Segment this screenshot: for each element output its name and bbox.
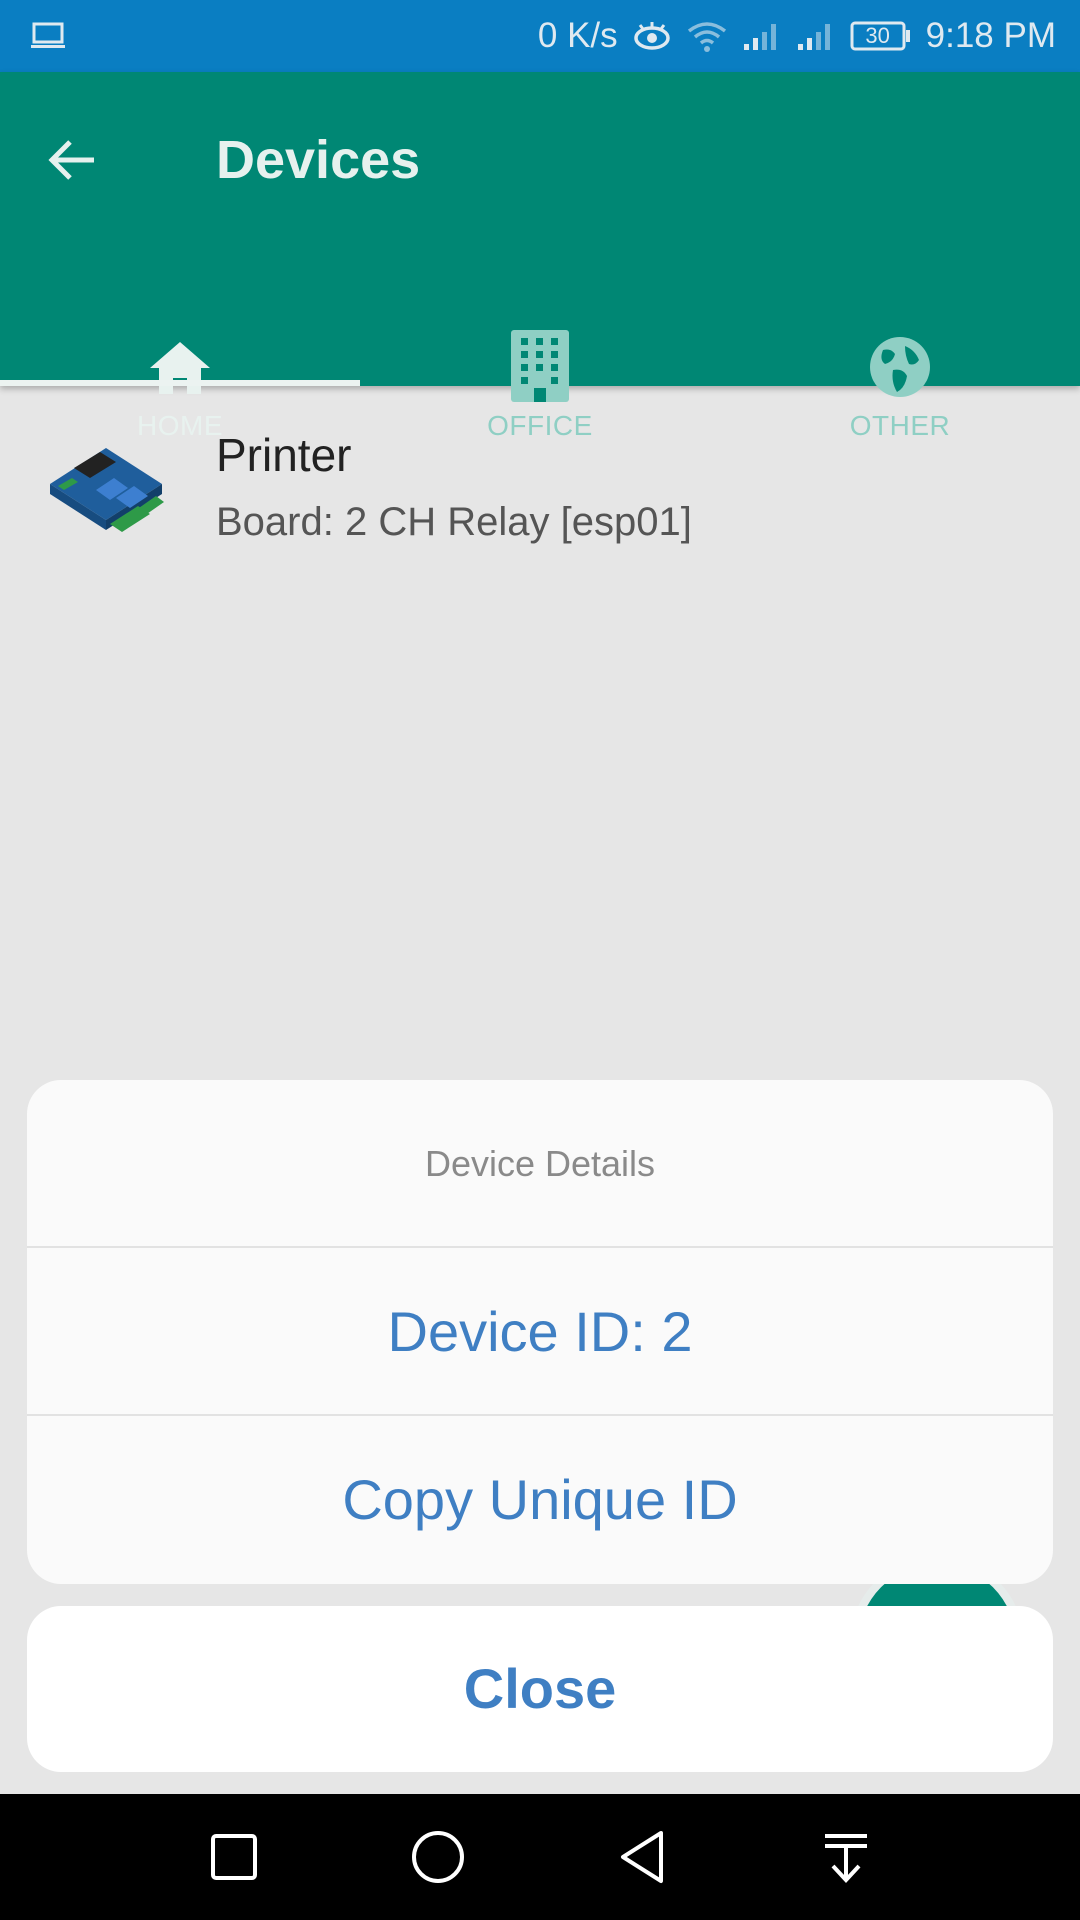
tab-indicator <box>0 380 360 386</box>
device-list-item[interactable]: Printer Board: 2 CH Relay [esp01] <box>0 400 1080 580</box>
battery-icon: 30 <box>850 20 912 52</box>
back-triangle-icon[interactable] <box>609 1824 675 1890</box>
building-icon <box>511 330 569 402</box>
tab-office[interactable]: OFFICE <box>360 248 720 441</box>
recents-icon[interactable] <box>201 1824 267 1890</box>
device-id-button[interactable]: Device ID: 2 <box>27 1248 1053 1416</box>
network-speed: 0 K/s <box>537 16 618 55</box>
tab-other[interactable]: OTHER <box>720 248 1080 441</box>
home-circle-icon[interactable] <box>405 1824 471 1890</box>
tab-home[interactable]: HOME <box>0 248 360 441</box>
home-icon <box>150 342 210 394</box>
close-button[interactable]: Close <box>27 1606 1053 1772</box>
back-button[interactable] <box>36 124 108 196</box>
sheet-title: Device Details <box>27 1080 1053 1248</box>
eye-comfort-icon <box>632 20 672 52</box>
notification-pull-icon[interactable] <box>813 1824 879 1890</box>
relay-board-image <box>50 448 164 532</box>
battery-level: 30 <box>865 23 890 48</box>
signal-icon-2 <box>796 20 836 52</box>
clock: 9:18 PM <box>925 16 1056 55</box>
signal-icon-1 <box>742 20 782 52</box>
system-nav-bar <box>0 1794 1080 1920</box>
device-name: Printer <box>216 429 352 481</box>
device-details-sheet: Device Details Device ID: 2 Copy Unique … <box>27 1080 1053 1584</box>
wifi-icon <box>686 19 728 53</box>
globe-icon <box>870 337 930 397</box>
app-bar: Devices HOME OFFICE OTHER <box>0 72 1080 441</box>
page-title: Devices <box>216 130 421 190</box>
back-arrow-icon <box>48 140 94 180</box>
device-board: Board: 2 CH Relay [esp01] <box>216 500 692 544</box>
copy-unique-id-button[interactable]: Copy Unique ID <box>27 1416 1053 1584</box>
laptop-icon <box>30 18 66 59</box>
status-bar: 0 K/s 30 9:18 PM <box>0 0 1080 72</box>
tab-bar: HOME OFFICE OTHER <box>0 248 1080 441</box>
